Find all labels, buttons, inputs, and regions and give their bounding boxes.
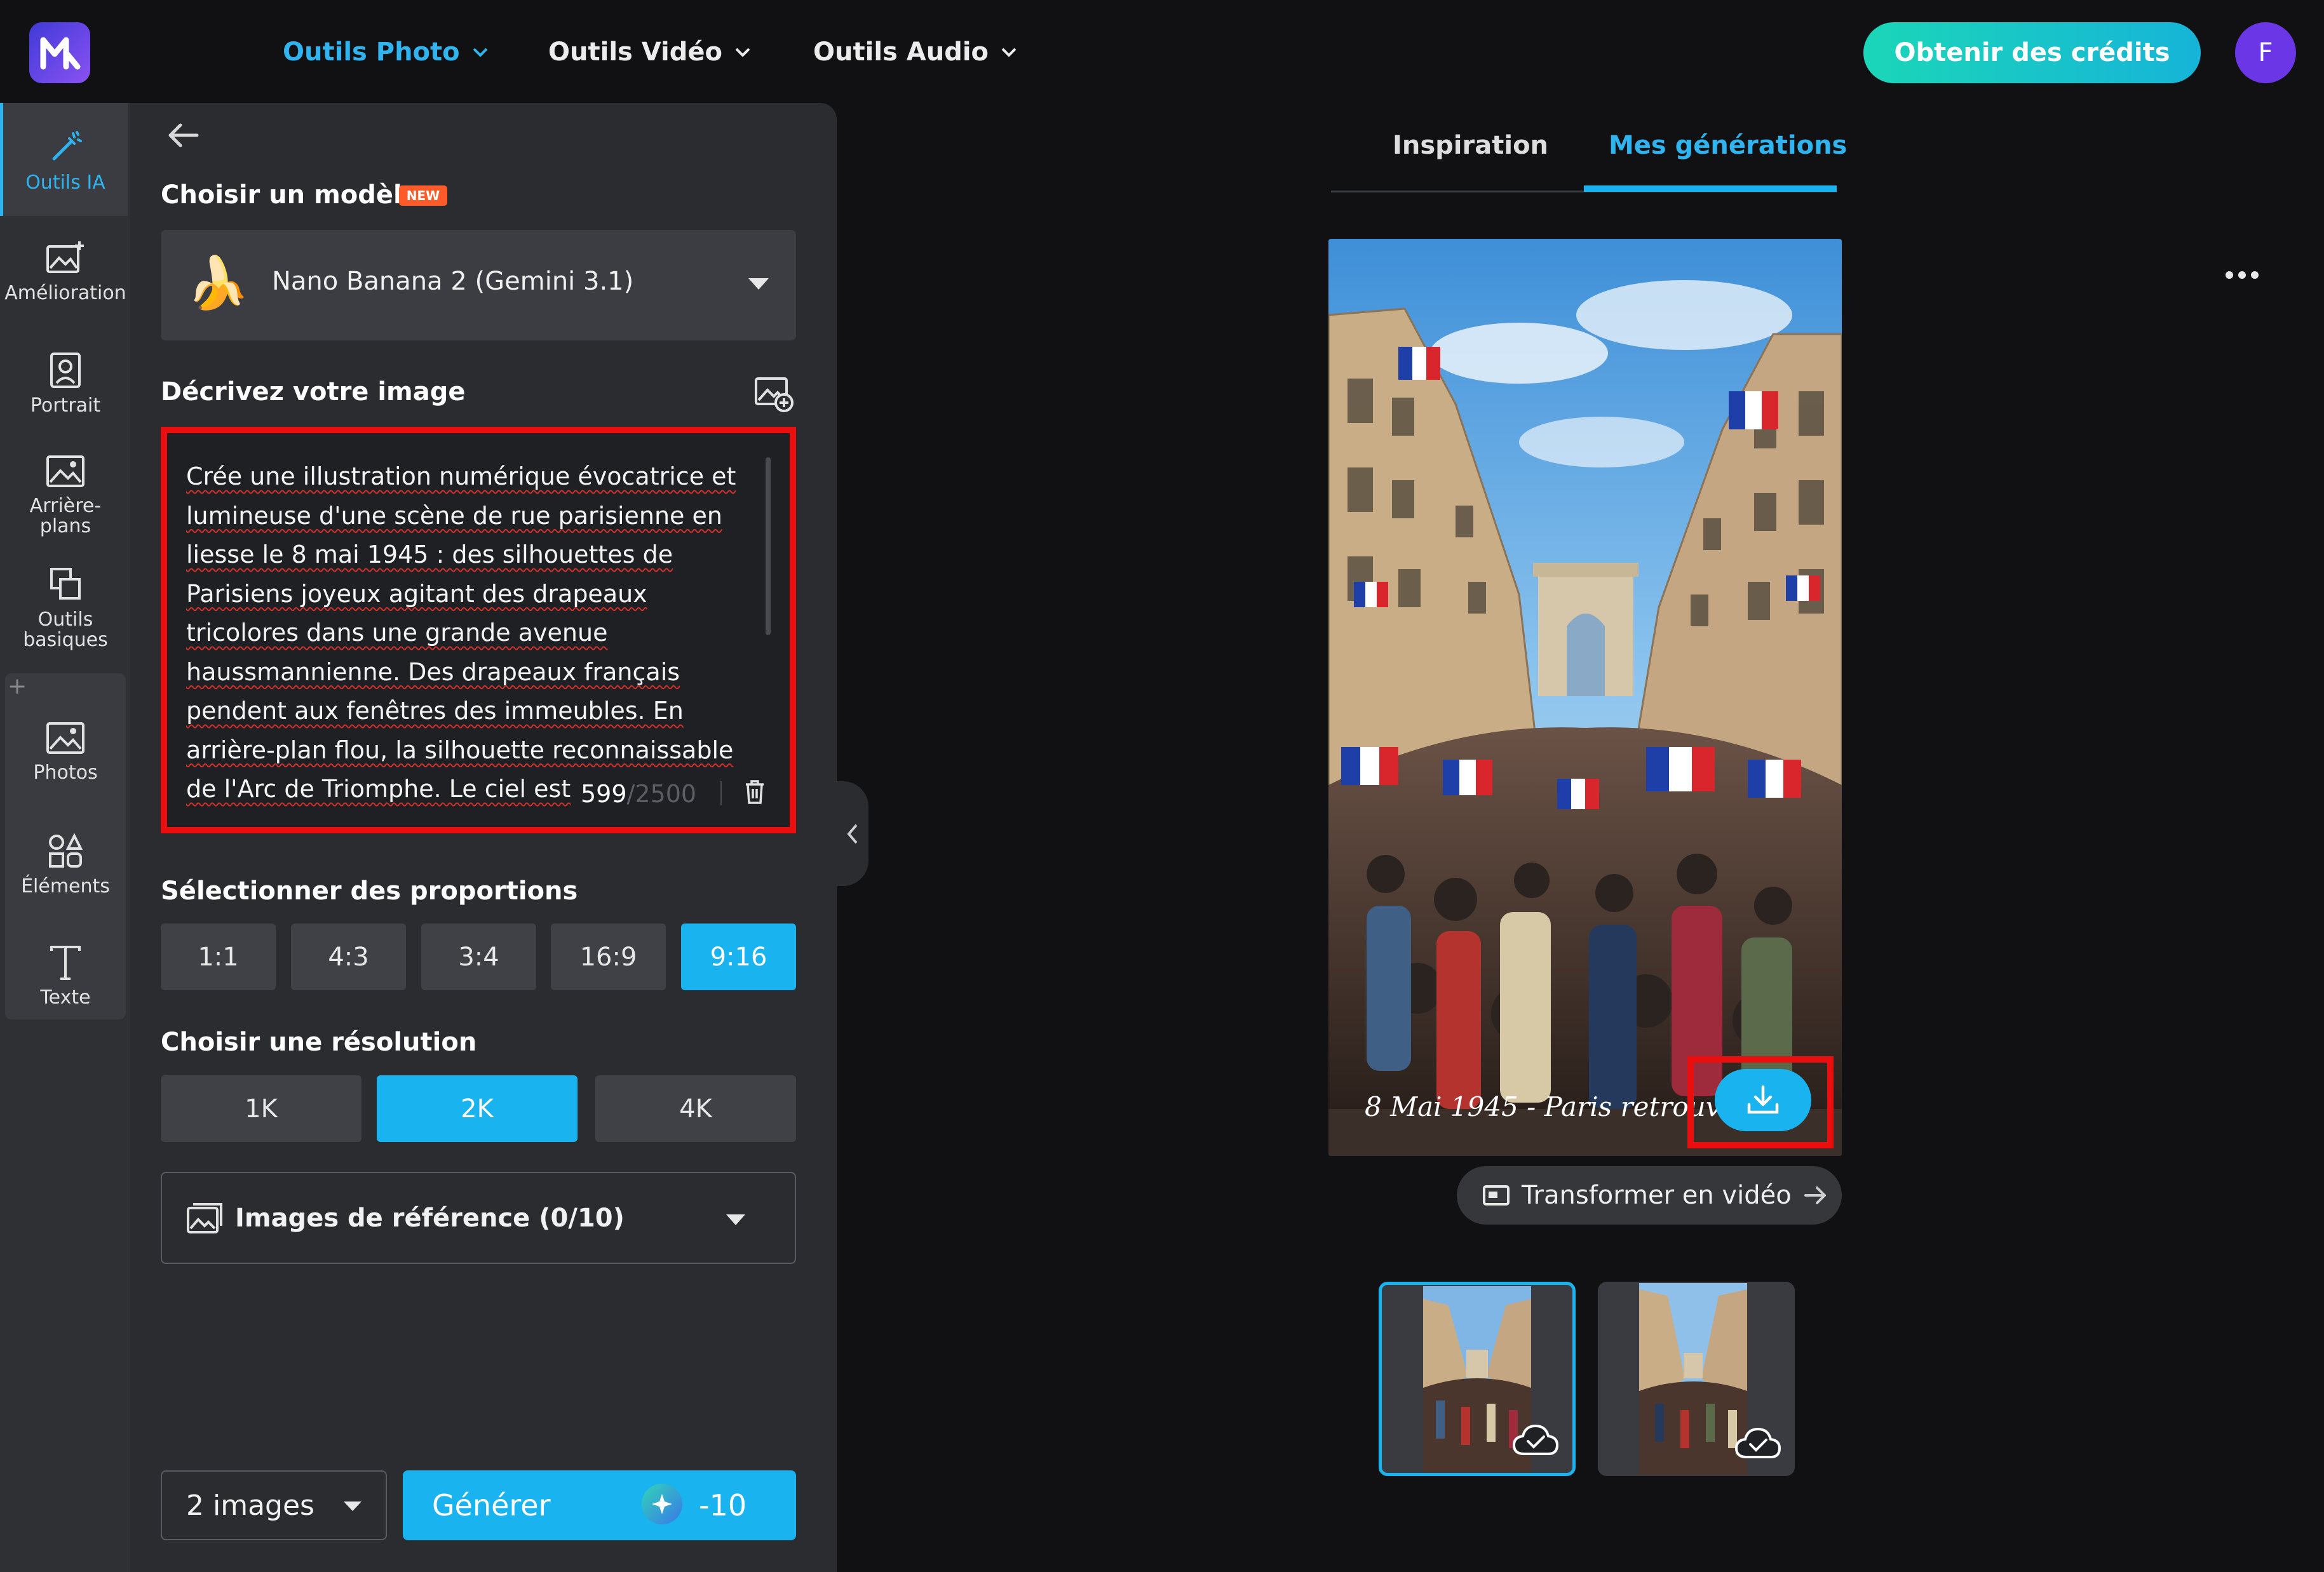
app-logo[interactable] bbox=[29, 22, 90, 83]
generated-image-preview[interactable] bbox=[1328, 239, 1842, 1156]
ratio-option-16x9[interactable]: 16:9 bbox=[551, 924, 666, 990]
chevron-down-icon bbox=[473, 48, 488, 57]
nav-photo-label: Outils Photo bbox=[283, 37, 460, 67]
transform-to-video-button[interactable]: Transformer en vidéo bbox=[1457, 1166, 1842, 1225]
chevron-down-icon bbox=[735, 48, 750, 57]
resolution-section-title: Choisir une résolution bbox=[161, 1028, 477, 1057]
caret-down-icon bbox=[748, 278, 769, 290]
generate-label: Générer bbox=[432, 1488, 551, 1522]
rail-add-button[interactable]: + bbox=[8, 673, 27, 699]
rail-item-enhance[interactable]: Amélioration bbox=[3, 240, 128, 304]
rail-label-ai-tools: Outils IA bbox=[25, 171, 105, 194]
rail-label-elements: Éléments bbox=[21, 875, 110, 897]
nav-audio-tools[interactable]: Outils Audio bbox=[813, 32, 1018, 72]
text-icon bbox=[50, 946, 81, 980]
resolution-option-2k[interactable]: 2K bbox=[377, 1075, 578, 1142]
rail-item-text[interactable]: Texte bbox=[3, 943, 128, 1008]
ratio-section-title: Sélectionner des proportions bbox=[161, 877, 578, 906]
cloud-check-icon bbox=[1512, 1424, 1559, 1455]
reference-image-icon bbox=[186, 1202, 224, 1235]
basic-tools-icon bbox=[50, 568, 81, 600]
arrow-left-icon bbox=[168, 123, 199, 147]
get-credits-button[interactable]: Obtenir des crédits bbox=[1863, 22, 2201, 83]
caret-down-icon bbox=[344, 1501, 361, 1511]
char-count-value: 599 bbox=[581, 780, 627, 808]
rail-item-photos[interactable]: Photos bbox=[3, 721, 128, 783]
caret-down-icon bbox=[726, 1214, 745, 1225]
generation-thumbnail-2[interactable] bbox=[1598, 1282, 1795, 1476]
ratio-option-1x1[interactable]: 1:1 bbox=[161, 924, 276, 990]
rail-item-basic-tools[interactable]: Outils basiques bbox=[3, 565, 128, 650]
banana-icon: 🍌 bbox=[186, 253, 250, 312]
rail-item-ai-tools[interactable]: Outils IA bbox=[3, 103, 128, 216]
add-image-icon[interactable] bbox=[753, 375, 795, 414]
chevron-left-icon bbox=[847, 824, 858, 843]
logo-m-icon bbox=[40, 37, 81, 70]
thumbnail-image bbox=[1639, 1283, 1747, 1475]
ratio-option-3x4[interactable]: 3:4 bbox=[421, 924, 536, 990]
nav-audio-label: Outils Audio bbox=[813, 37, 989, 67]
transform-to-video-label: Transformer en vidéo bbox=[1522, 1181, 1792, 1210]
character-counter: 599/2500 bbox=[581, 780, 696, 808]
user-avatar[interactable]: F bbox=[2235, 22, 2296, 83]
nav-video-label: Outils Vidéo bbox=[548, 37, 722, 67]
nav-video-tools[interactable]: Outils Vidéo bbox=[548, 32, 752, 72]
prompt-scrollbar[interactable] bbox=[766, 457, 771, 635]
photos-icon bbox=[46, 722, 84, 754]
resolution-option-4k[interactable]: 4K bbox=[595, 1075, 796, 1142]
model-name: Nano Banana 2 (Gemini 3.1) bbox=[272, 267, 634, 296]
tab-my-generations[interactable]: Mes générations bbox=[1609, 131, 1847, 160]
magic-wand-icon bbox=[52, 131, 82, 161]
video-frame-icon bbox=[1483, 1185, 1510, 1206]
char-count-max: /2500 bbox=[626, 780, 697, 808]
rail-label-portrait: Portrait bbox=[30, 394, 101, 417]
ratio-option-9x16[interactable]: 9:16 bbox=[681, 924, 796, 990]
generation-thumbnail-1[interactable] bbox=[1379, 1282, 1576, 1476]
tab-inspiration[interactable]: Inspiration bbox=[1393, 131, 1548, 160]
ratio-option-4x3[interactable]: 4:3 bbox=[291, 924, 406, 990]
rail-label-text: Texte bbox=[40, 986, 91, 1009]
rail-label-enhance: Amélioration bbox=[4, 282, 126, 304]
rail-label-basic-tools: Outils basiques bbox=[23, 608, 108, 651]
rail-item-backgrounds[interactable]: Arrière- plans bbox=[3, 454, 128, 537]
collapse-panel-button[interactable] bbox=[837, 781, 868, 886]
resolution-option-1k[interactable]: 1K bbox=[161, 1075, 361, 1142]
paris-celebration-image bbox=[1328, 239, 1842, 1156]
counter-divider bbox=[720, 781, 722, 805]
generate-cost: -10 bbox=[699, 1488, 747, 1522]
reference-images-label: Images de référence (0/10) bbox=[235, 1204, 625, 1233]
describe-section-title: Décrivez votre image bbox=[161, 377, 466, 406]
more-options-icon[interactable] bbox=[2225, 271, 2259, 279]
download-button[interactable] bbox=[1715, 1069, 1811, 1131]
credit-icon bbox=[642, 1484, 682, 1524]
download-icon bbox=[1747, 1085, 1779, 1114]
active-tab-indicator bbox=[1584, 185, 1837, 192]
background-icon bbox=[46, 455, 84, 487]
nav-photo-tools[interactable]: Outils Photo bbox=[283, 32, 489, 72]
elements-icon bbox=[49, 833, 83, 868]
chevron-down-icon bbox=[1001, 48, 1017, 57]
image-count-label: 2 images bbox=[186, 1489, 314, 1522]
new-badge: NEW bbox=[399, 185, 447, 206]
rail-item-portrait[interactable]: Portrait bbox=[3, 351, 128, 416]
portrait-icon bbox=[50, 353, 81, 388]
rail-item-elements[interactable]: Éléments bbox=[3, 832, 128, 897]
rail-label-backgrounds: Arrière- plans bbox=[29, 495, 102, 537]
back-button[interactable] bbox=[164, 119, 202, 151]
arrow-right-icon bbox=[1804, 1186, 1826, 1204]
rail-label-photos: Photos bbox=[33, 762, 98, 784]
image-enhance-icon bbox=[46, 241, 84, 273]
prompt-text: Crée une illustration numérique évocatri… bbox=[186, 462, 736, 803]
trash-icon[interactable] bbox=[743, 779, 766, 805]
cloud-check-icon bbox=[1734, 1427, 1781, 1458]
model-section-title: Choisir un modèle bbox=[161, 180, 419, 210]
